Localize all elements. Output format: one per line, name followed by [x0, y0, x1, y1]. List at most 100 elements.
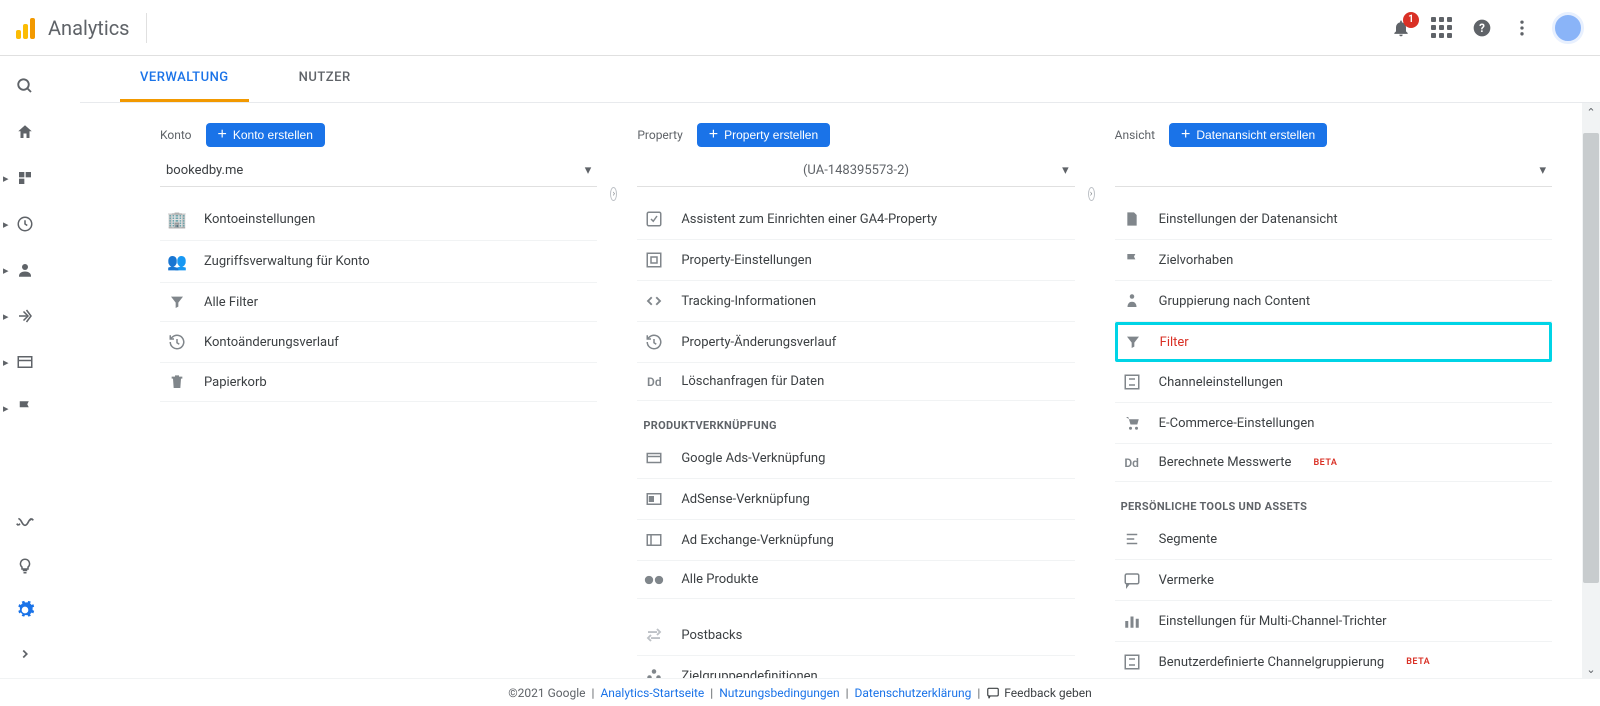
menu-custom-channel-grouping[interactable]: Benutzerdefinierte ChannelgruppierungBET… [1115, 642, 1552, 678]
top-bar: Analytics 1 ? [0, 0, 1600, 56]
adsense-icon [643, 490, 665, 508]
more-vert-icon[interactable] [1512, 18, 1532, 38]
document-icon [1121, 210, 1143, 228]
notification-badge: 1 [1403, 12, 1419, 28]
ads-icon [643, 449, 665, 467]
settings-square-icon [643, 251, 665, 269]
property-label: Property [637, 128, 682, 142]
circle-icon: › [1088, 187, 1095, 201]
footer-link-privacy[interactable]: Datenschutzerklärung [855, 686, 972, 700]
account-selector[interactable]: bookedby.me▾ [160, 155, 597, 187]
menu-filter-highlighted[interactable]: Filter [1115, 322, 1552, 362]
scroll-up-arrow-icon[interactable]: ⌃ [1582, 103, 1600, 121]
app-launcher-icon[interactable] [1431, 17, 1452, 38]
menu-ecommerce[interactable]: E-Commerce-Einstellungen [1115, 403, 1552, 444]
create-account-button[interactable]: +Konto erstellen [206, 123, 325, 147]
menu-segments[interactable]: Segmente [1115, 519, 1552, 560]
link-icon [643, 574, 665, 586]
menu-channel-settings[interactable]: Channeleinstellungen [1115, 362, 1552, 403]
flag-icon[interactable]: ▸ [13, 396, 37, 420]
menu-all-filters[interactable]: Alle Filter [160, 283, 597, 322]
caret-down-icon: ▾ [585, 163, 592, 178]
history-icon [643, 333, 665, 351]
menu-adsense[interactable]: AdSense-Verknüpfung [637, 479, 1074, 520]
menu-property-settings[interactable]: Property-Einstellungen [637, 240, 1074, 281]
search-icon[interactable] [13, 74, 37, 98]
table-icon[interactable]: ▸ [13, 350, 37, 374]
menu-account-settings[interactable]: 🏢Kontoeinstellungen [160, 199, 597, 241]
cart-icon [1121, 414, 1143, 432]
account-column: Konto +Konto erstellen bookedby.me▾ 🏢Kon… [140, 123, 617, 678]
create-view-button[interactable]: +Datenansicht erstellen [1169, 123, 1327, 147]
menu-google-ads[interactable]: Google Ads-Verknüpfung [637, 438, 1074, 479]
tab-users[interactable]: NUTZER [279, 56, 371, 102]
footer-link-terms[interactable]: Nutzungsbedingungen [719, 686, 839, 700]
channel-icon [1121, 373, 1143, 391]
clock-icon[interactable]: ▸ [13, 212, 37, 236]
divider [146, 13, 147, 43]
avatar[interactable] [1552, 12, 1584, 44]
segments-icon [1121, 530, 1143, 548]
attribution-icon[interactable] [13, 510, 37, 534]
logo[interactable]: Analytics [16, 16, 130, 40]
help-icon[interactable]: ? [1472, 18, 1492, 38]
section-personal-tools: PERSÖNLICHE TOOLS UND ASSETS [1115, 482, 1552, 519]
svg-text:?: ? [1479, 21, 1485, 35]
arrows-icon[interactable]: ▸ [13, 304, 37, 328]
admin-gear-icon[interactable] [13, 598, 37, 622]
analytics-logo-icon [16, 17, 38, 39]
scrollbar[interactable]: ⌃ ⌄ [1582, 103, 1600, 678]
menu-ga4-assistant[interactable]: Assistent zum Einrichten einer GA4-Prope… [637, 199, 1074, 240]
section-product-linking: PRODUKTVERKNÜPFUNG [637, 401, 1074, 438]
menu-annotations[interactable]: Vermerke [1115, 560, 1552, 601]
left-nav: ▸ ▸ ▸ ▸ ▸ ▸ [0, 56, 50, 678]
user-icon[interactable]: ▸ [13, 258, 37, 282]
people-icon: 👥 [166, 252, 188, 271]
plus-icon: + [218, 129, 227, 141]
menu-property-history[interactable]: Property-Änderungsverlauf [637, 322, 1074, 363]
scroll-thumb[interactable] [1583, 133, 1599, 583]
menu-postbacks[interactable]: Postbacks [637, 615, 1074, 656]
menu-content-grouping[interactable]: Gruppierung nach Content [1115, 281, 1552, 322]
property-selector[interactable]: (UA-148395573-2)▾ [637, 155, 1074, 187]
home-icon[interactable] [13, 120, 37, 144]
menu-goals[interactable]: Zielvorhaben [1115, 240, 1552, 281]
caret-down-icon: ▾ [1062, 163, 1069, 178]
beta-badge: BETA [1406, 657, 1430, 667]
audience-icon [643, 667, 665, 678]
scroll-down-arrow-icon[interactable]: ⌄ [1582, 660, 1600, 678]
tab-admin[interactable]: VERWALTUNG [120, 56, 249, 102]
menu-account-history[interactable]: Kontoänderungsverlauf [160, 322, 597, 363]
create-property-button[interactable]: +Property erstellen [697, 123, 830, 147]
menu-audiences[interactable]: Zielgruppendefinitionen [637, 656, 1074, 678]
dd-icon: Dd [643, 375, 665, 389]
menu-view-settings[interactable]: Einstellungen der Datenansicht [1115, 199, 1552, 240]
caret-right-icon: ▸ [3, 172, 9, 185]
postback-icon [643, 626, 665, 644]
adexchange-icon [643, 531, 665, 549]
notifications-button[interactable]: 1 [1391, 18, 1411, 38]
caret-right-icon: ▸ [3, 218, 9, 231]
caret-right-icon: ▸ [3, 402, 9, 415]
menu-delete-requests[interactable]: DdLöschanfragen für Daten [637, 363, 1074, 401]
dashboard-icon[interactable]: ▸ [13, 166, 37, 190]
menu-calculated-metrics[interactable]: DdBerechnete MesswerteBETA [1115, 444, 1552, 482]
channel-icon [1121, 653, 1143, 671]
view-selector[interactable]: ▾ [1115, 155, 1552, 187]
person-setting-icon [1121, 292, 1143, 310]
footer: ©2021 Google| Analytics-Startseite| Nutz… [0, 678, 1600, 706]
menu-trash[interactable]: Papierkorb [160, 363, 597, 402]
menu-mcf-settings[interactable]: Einstellungen für Multi-Channel-Trichter [1115, 601, 1552, 642]
feedback-link[interactable]: Feedback geben [986, 686, 1091, 700]
collapse-icon[interactable] [13, 642, 37, 666]
caret-right-icon: ▸ [3, 356, 9, 369]
footer-link-home[interactable]: Analytics-Startseite [600, 686, 704, 700]
menu-account-access[interactable]: 👥Zugriffsverwaltung für Konto [160, 241, 597, 283]
menu-all-products[interactable]: Alle Produkte [637, 561, 1074, 599]
lightbulb-icon[interactable] [13, 554, 37, 578]
building-icon: 🏢 [166, 210, 188, 229]
menu-tracking[interactable]: Tracking-Informationen [637, 281, 1074, 322]
caret-right-icon: ▸ [3, 310, 9, 323]
menu-adexchange[interactable]: Ad Exchange-Verknüpfung [637, 520, 1074, 561]
footer-copyright: ©2021 Google [508, 686, 585, 700]
